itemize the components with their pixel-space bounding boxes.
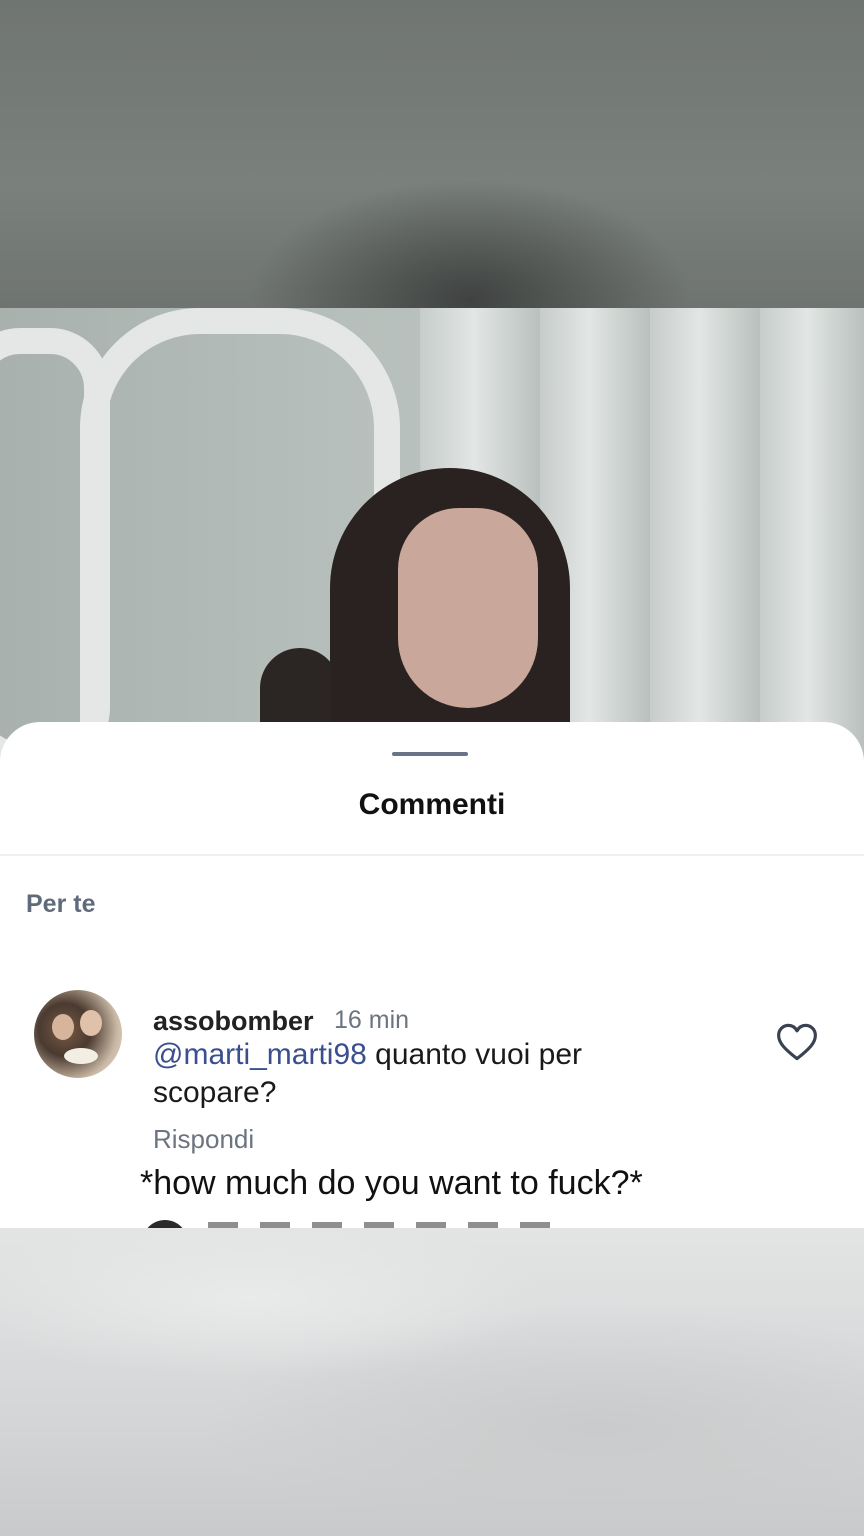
avatar-figure: [52, 1014, 74, 1040]
avatar-cake: [64, 1048, 98, 1064]
curtain-fold: [650, 308, 760, 768]
avatar[interactable]: [34, 990, 122, 1078]
drag-handle[interactable]: [392, 752, 468, 756]
comment-time: 16 min: [334, 1006, 410, 1034]
heart-icon[interactable]: [776, 1022, 818, 1062]
comment-username[interactable]: assobomber: [153, 1006, 314, 1037]
blurred-background-top: [0, 0, 864, 308]
divider: [0, 854, 864, 856]
person-face: [398, 508, 538, 708]
mention-link[interactable]: @marti_marti98: [153, 1038, 367, 1071]
section-label: Per te: [26, 890, 96, 918]
reply-button[interactable]: Rispondi: [153, 1124, 254, 1155]
avatar-figure: [80, 1010, 102, 1036]
post-photo: [0, 308, 864, 768]
blurred-background-bottom: [0, 1228, 864, 1536]
comments-sheet: Commenti Per te assobomber 16 min @marti…: [0, 722, 864, 1266]
translation-caption: *how much do you want to fuck?*: [140, 1164, 643, 1202]
comment-text: @marti_marti98 quanto vuoi per scopare?: [153, 1036, 713, 1112]
sheet-title: Commenti: [358, 788, 506, 821]
curtain-fold: [760, 308, 864, 768]
